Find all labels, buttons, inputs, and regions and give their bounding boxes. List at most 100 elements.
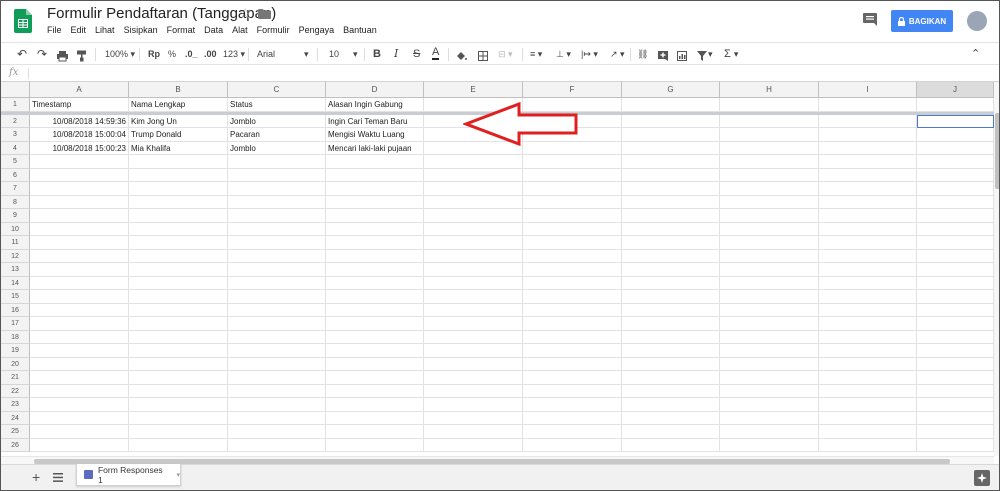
cell-h5[interactable] [720,155,819,169]
bold-button[interactable]: B [373,47,381,61]
cell-b13[interactable] [129,263,228,277]
cell-i26[interactable] [819,438,917,452]
cell-a19[interactable] [30,344,129,358]
cell-g26[interactable] [622,438,720,452]
cell-g13[interactable] [622,263,720,277]
cell-f7[interactable] [523,182,622,196]
cell-j9[interactable] [917,209,994,223]
cell-c12[interactable] [228,249,326,263]
cell-g16[interactable] [622,303,720,317]
cell-f11[interactable] [523,236,622,250]
cell-g4[interactable] [622,141,720,155]
cell-a10[interactable] [30,222,129,236]
cell-a18[interactable] [30,330,129,344]
column-header-i[interactable]: I [819,82,917,98]
cell-j11[interactable] [917,236,994,250]
menu-file[interactable]: File [47,25,62,35]
cell-f5[interactable] [523,155,622,169]
cell-i5[interactable] [819,155,917,169]
cell-h2[interactable] [720,114,819,128]
cell-d17[interactable] [326,317,424,331]
cell-j1[interactable] [917,98,994,112]
cell-e23[interactable] [424,398,523,412]
explore-icon[interactable] [974,470,990,486]
cell-j7[interactable] [917,182,994,196]
cell-g7[interactable] [622,182,720,196]
cell-f9[interactable] [523,209,622,223]
cell-j21[interactable] [917,371,994,385]
cell-i3[interactable] [819,128,917,142]
cell-j20[interactable] [917,357,994,371]
cell-d14[interactable] [326,276,424,290]
column-header-e[interactable]: E [424,82,523,98]
cell-e20[interactable] [424,357,523,371]
menu-data[interactable]: Data [204,25,223,35]
cell-g8[interactable] [622,195,720,209]
row-header[interactable]: 12 [1,249,30,263]
cell-f6[interactable] [523,168,622,182]
row-header[interactable]: 1 [1,98,30,112]
menu-edit[interactable]: Edit [71,25,87,35]
cell-j13[interactable] [917,263,994,277]
cell-f21[interactable] [523,371,622,385]
cell-d1[interactable]: Alasan Ingin Gabung [326,98,424,112]
cell-i7[interactable] [819,182,917,196]
cell-g24[interactable] [622,411,720,425]
align-vertical-icon[interactable]: ⊥ ▾ [556,47,571,61]
cell-a26[interactable] [30,438,129,452]
cell-d23[interactable] [326,398,424,412]
cell-c7[interactable] [228,182,326,196]
cell-e5[interactable] [424,155,523,169]
cell-e26[interactable] [424,438,523,452]
cell-c4[interactable]: Jomblo [228,141,326,155]
cell-b11[interactable] [129,236,228,250]
cell-b14[interactable] [129,276,228,290]
cell-e19[interactable] [424,344,523,358]
cell-h8[interactable] [720,195,819,209]
row-header[interactable]: 6 [1,168,30,182]
column-header-a[interactable]: A [30,82,129,98]
paint-format-icon[interactable] [77,49,86,63]
row-header[interactable]: 14 [1,276,30,290]
cell-d13[interactable] [326,263,424,277]
menu-insert[interactable]: Sisipkan [124,25,158,35]
merge-cells-icon[interactable]: ⊟ ▾ [498,47,513,61]
menu-addons[interactable]: Pengaya [299,25,335,35]
font-select[interactable]: Arial [257,47,275,61]
font-size-chevron-icon[interactable]: ▾ [353,47,358,61]
column-header-d[interactable]: D [326,82,424,98]
cell-e6[interactable] [424,168,523,182]
cell-g14[interactable] [622,276,720,290]
cell-b17[interactable] [129,317,228,331]
cell-a14[interactable] [30,276,129,290]
cell-i12[interactable] [819,249,917,263]
strikethrough-button[interactable]: S [413,47,420,61]
cell-h14[interactable] [720,276,819,290]
cell-b7[interactable] [129,182,228,196]
cell-c19[interactable] [228,344,326,358]
cell-g21[interactable] [622,371,720,385]
row-header[interactable]: 20 [1,357,30,371]
cell-i4[interactable] [819,141,917,155]
cell-c25[interactable] [228,425,326,439]
cell-b21[interactable] [129,371,228,385]
cell-c10[interactable] [228,222,326,236]
cell-h20[interactable] [720,357,819,371]
cell-j5[interactable] [917,155,994,169]
cell-e15[interactable] [424,290,523,304]
cell-d2[interactable]: Ingin Cari Teman Baru [326,114,424,128]
cell-g17[interactable] [622,317,720,331]
cell-a9[interactable] [30,209,129,223]
cell-g20[interactable] [622,357,720,371]
cell-d25[interactable] [326,425,424,439]
row-header[interactable]: 8 [1,195,30,209]
cell-b23[interactable] [129,398,228,412]
cell-g22[interactable] [622,384,720,398]
cell-i14[interactable] [819,276,917,290]
cell-f15[interactable] [523,290,622,304]
cell-b22[interactable] [129,384,228,398]
cell-e17[interactable] [424,317,523,331]
cell-j8[interactable] [917,195,994,209]
cell-b12[interactable] [129,249,228,263]
row-header[interactable]: 24 [1,411,30,425]
